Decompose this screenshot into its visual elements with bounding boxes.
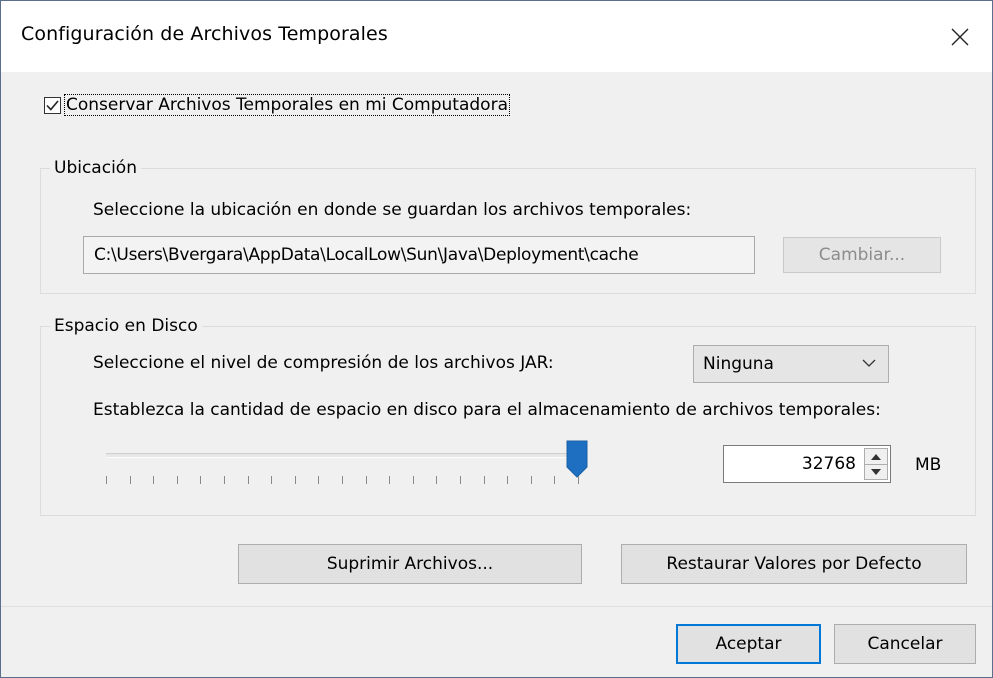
slider-tick [578, 476, 579, 484]
triangle-down-icon [871, 468, 881, 475]
keep-temp-files-label: Conservar Archivos Temporales en mi Comp… [64, 94, 510, 116]
window-title: Configuración de Archivos Temporales [21, 23, 388, 45]
temp-files-settings-dialog: Configuración de Archivos Temporales Con… [0, 0, 993, 678]
title-bar: Configuración de Archivos Temporales [1, 1, 992, 72]
compression-selected-value: Ninguna [703, 354, 774, 374]
slider-ticks [106, 476, 579, 486]
accept-button[interactable]: Aceptar [676, 624, 821, 664]
location-legend: Ubicación [50, 157, 141, 179]
slider-tick [460, 476, 461, 484]
spinner-buttons [864, 448, 888, 480]
cache-path-field[interactable]: C:\Users\Bvergara\AppData\LocalLow\Sun\J… [83, 236, 755, 274]
compression-dropdown[interactable]: Ninguna [693, 345, 889, 383]
compression-prompt: Seleccione el nivel de compresión de los… [93, 353, 554, 373]
slider-tick [153, 476, 154, 484]
slider-tick [366, 476, 367, 484]
disk-space-spinner[interactable] [723, 445, 891, 483]
delete-files-button[interactable]: Suprimir Archivos... [238, 544, 582, 584]
slider-tick [271, 476, 272, 484]
slider-tick [106, 476, 107, 484]
spin-up-button[interactable] [865, 449, 887, 465]
dialog-footer: Aceptar Cancelar [1, 606, 992, 677]
chevron-down-icon [862, 359, 876, 367]
disk-space-slider[interactable] [106, 438, 588, 490]
slider-tick [436, 476, 437, 484]
slider-tick [248, 476, 249, 484]
spin-down-button[interactable] [865, 464, 887, 479]
slider-tick [224, 476, 225, 484]
location-prompt: Seleccione la ubicación en donde se guar… [93, 200, 692, 220]
disk-space-unit: MB [915, 455, 942, 475]
slider-tick [295, 476, 296, 484]
slider-tick [177, 476, 178, 484]
slider-tick [200, 476, 201, 484]
restore-defaults-button[interactable]: Restaurar Valores por Defecto [621, 544, 967, 584]
disk-space-prompt: Establezca la cantidad de espacio en dis… [93, 400, 881, 420]
close-button[interactable] [928, 1, 992, 72]
slider-tick [531, 476, 532, 484]
slider-tick [130, 476, 131, 484]
slider-tick [413, 476, 414, 484]
triangle-up-icon [871, 453, 881, 460]
cancel-button[interactable]: Cancelar [834, 624, 976, 664]
slider-track [106, 453, 578, 458]
change-location-button[interactable]: Cambiar... [783, 237, 941, 273]
slider-tick [484, 476, 485, 484]
keep-temp-files-option[interactable]: Conservar Archivos Temporales en mi Comp… [44, 94, 510, 116]
location-group: Ubicación [40, 157, 976, 294]
slider-tick [389, 476, 390, 484]
slider-tick [507, 476, 508, 484]
dialog-content: Conservar Archivos Temporales en mi Comp… [1, 72, 992, 606]
slider-tick [318, 476, 319, 484]
close-icon [951, 28, 969, 45]
slider-tick [554, 476, 555, 484]
slider-thumb[interactable] [566, 440, 588, 478]
disk-space-legend: Espacio en Disco [50, 315, 202, 337]
disk-space-input[interactable] [724, 446, 862, 482]
slider-tick [342, 476, 343, 484]
checkmark-icon [46, 99, 59, 111]
keep-temp-files-checkbox[interactable] [44, 96, 61, 114]
